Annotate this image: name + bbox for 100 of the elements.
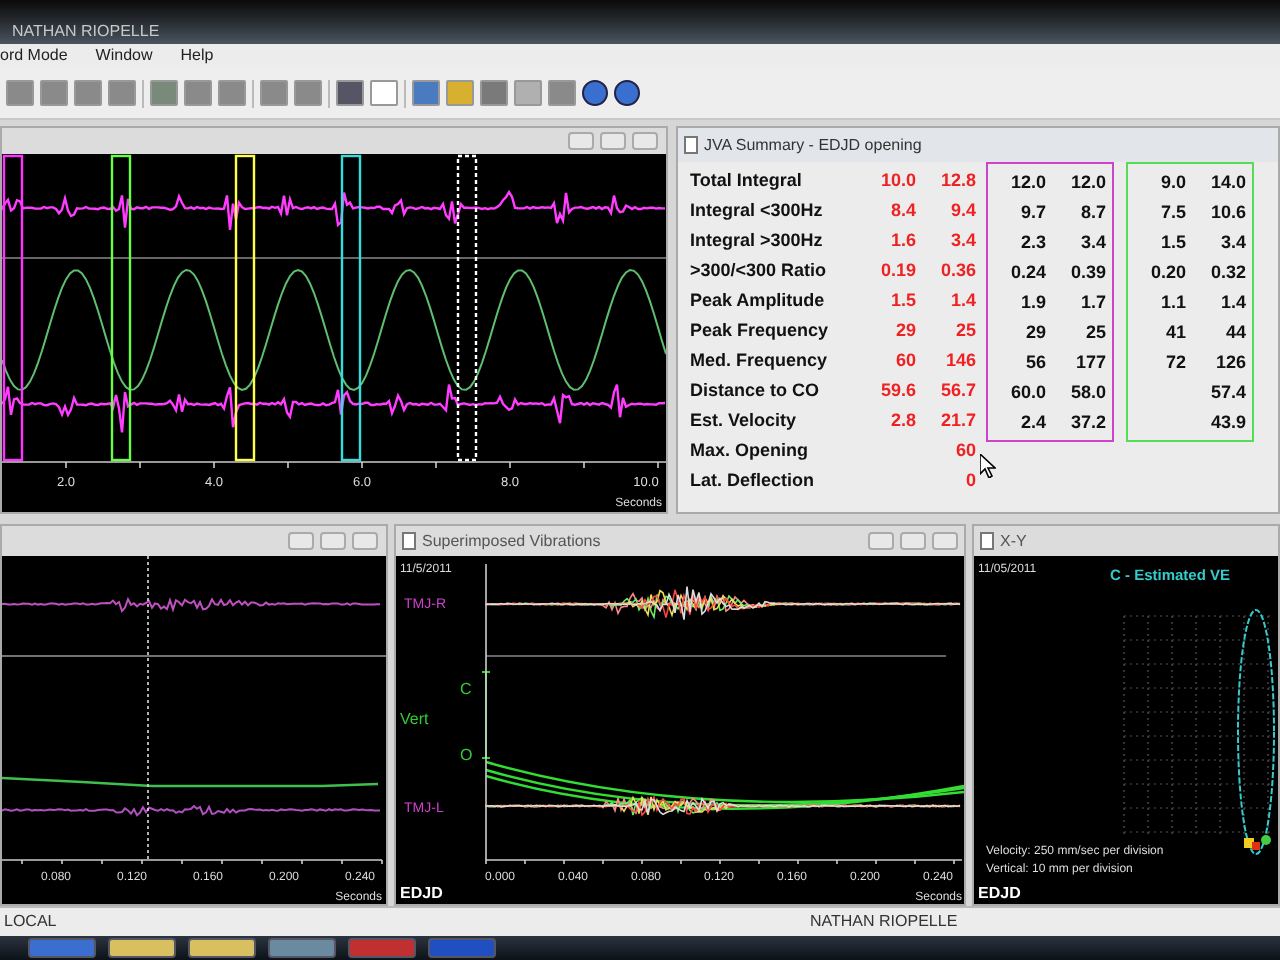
scale-label: O [460,746,473,764]
value-cell-text: 1.1 [1158,290,1186,316]
toolbar-button[interactable] [6,80,34,106]
cursor-line[interactable] [147,556,149,861]
value-cell-text: 1.7 [1078,290,1106,316]
toolbar-button[interactable] [480,80,508,106]
document-icon [684,136,698,154]
value-cell-text: 9.0 [1158,170,1186,196]
row-label: Lat. Deflection [690,468,817,494]
toolbar-button[interactable] [294,80,322,106]
toolbar-button[interactable] [74,80,102,106]
maximize-button[interactable] [600,132,626,150]
value-cell-text: 25 [1083,320,1106,346]
value-cell-text: 72 [1163,350,1186,376]
value-cell-text: 37.2 [1068,410,1106,436]
value-cell-text: 21.7 [938,408,976,434]
toolbar-button[interactable] [184,80,212,106]
row-label: Peak Frequency [690,318,831,344]
value-cell-text: 9.4 [948,198,976,224]
value-cell-text: 1.4 [948,288,976,314]
value-cell-text: 146 [943,348,976,374]
taskbar-app-icon[interactable] [268,938,336,958]
value-cell-text: 14.0 [1208,170,1246,196]
value-cell-text: 41 [1163,320,1186,346]
row-label: Peak Amplitude [690,288,827,314]
menu-item[interactable]: Help [180,44,214,68]
row-label: Integral <300Hz [690,198,825,224]
close-button[interactable] [932,532,958,550]
value-cell-text: 58.0 [1068,380,1106,406]
value-cell-text: 1.5 [888,288,916,314]
status-text: NATHAN RIOPELLE [810,910,958,934]
value-cell-text: 44 [1223,320,1246,346]
window-title: NATHAN RIOPELLE [12,24,160,40]
toolbar-button[interactable] [260,80,288,106]
value-cell-text: 8.7 [1078,200,1106,226]
value-cell-text: 0.24 [1008,260,1046,286]
toolbar-button[interactable] [150,80,178,106]
toolbar-button[interactable] [446,80,474,106]
value-cell-text: 29 [1023,320,1046,346]
panel-title: Superimposed Vibrations [422,529,603,553]
help-icon[interactable] [614,80,640,106]
toolbar-button[interactable] [108,80,136,106]
value-cell-text: 2.4 [1018,410,1046,436]
menu-item[interactable]: Window [95,44,153,68]
status-text: LOCAL [2,910,59,934]
toolbar-button[interactable] [514,80,542,106]
value-cell-text: 56.7 [938,378,976,404]
row-label: Est. Velocity [690,408,799,434]
value-cell-text: 25 [953,318,976,344]
value-cell-text: 12.8 [938,168,976,194]
toolbar-button[interactable] [336,80,364,106]
value-cell-text: 3.4 [948,228,976,254]
taskbar-app-icon[interactable] [188,938,256,958]
value-cell-text: 3.4 [1078,230,1106,256]
row-label: >300/<300 Ratio [690,258,829,284]
document-icon [402,532,416,550]
value-cell-text: 0 [963,468,976,494]
value-cell-text: 8.4 [888,198,916,224]
mouse-pointer-icon [980,454,996,478]
value-cell-text: 60 [953,438,976,464]
document-icon [980,532,994,550]
close-button[interactable] [632,132,658,150]
value-cell-text: 0.39 [1068,260,1106,286]
value-cell-text: 177 [1073,350,1106,376]
value-cell-text: 9.7 [1018,200,1046,226]
value-cell-text: 0.36 [938,258,976,284]
footer-label: EDJD [978,884,1021,902]
selection-marker[interactable] [2,154,24,462]
value-cell-text: 10.6 [1208,200,1246,226]
toolbar-button[interactable] [40,80,68,106]
selection-marker[interactable] [340,154,362,462]
row-label: Integral >300Hz [690,228,825,254]
toolbar-button[interactable] [370,80,398,106]
value-cell-text: 12.0 [1068,170,1106,196]
minimize-button[interactable] [288,532,314,550]
value-cell-text: 59.6 [878,378,916,404]
scale-label: C [460,680,472,698]
row-label: Med. Frequency [690,348,830,374]
value-cell-text: 29 [893,318,916,344]
minimize-button[interactable] [868,532,894,550]
toolbar-button[interactable] [412,80,440,106]
value-cell-text: 43.9 [1208,410,1246,436]
row-label: Total Integral [690,168,804,194]
value-cell-text: 2.3 [1018,230,1046,256]
toolbar-button[interactable] [218,80,246,106]
scale-label: Vert [400,710,429,728]
help-icon[interactable] [582,80,608,106]
close-button[interactable] [352,532,378,550]
minimize-button[interactable] [568,132,594,150]
footer-label: EDJD [400,884,443,902]
taskbar-app-icon[interactable] [108,938,176,958]
value-cell-text: 1.9 [1018,290,1046,316]
value-cell-text: 3.4 [1218,230,1246,256]
maximize-button[interactable] [320,532,346,550]
value-cell-text: 1.4 [1218,290,1246,316]
row-label: Distance to CO [690,378,822,404]
maximize-button[interactable] [900,532,926,550]
value-cell-text: 7.5 [1158,200,1186,226]
menu-item[interactable]: ord Mode [0,44,68,68]
value-cell-text: 60.0 [1008,380,1046,406]
